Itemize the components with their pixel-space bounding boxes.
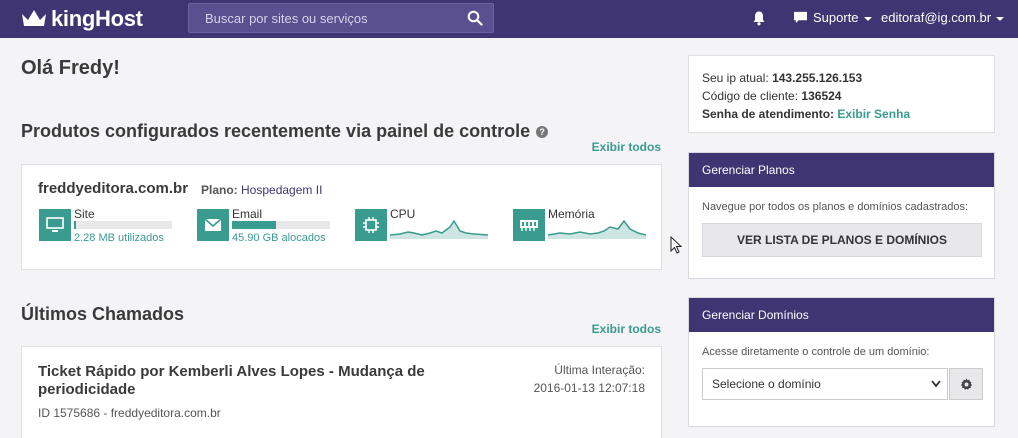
metric-label: Site (74, 207, 95, 221)
manage-plans-panel: Gerenciar Planos Navegue por todos os pl… (688, 152, 995, 279)
gear-icon (960, 378, 972, 390)
domain-select[interactable]: Selecione o domínio (702, 368, 948, 400)
plan-label: Plano: (201, 183, 238, 197)
chat-icon (794, 11, 807, 24)
domain-select-value: Selecione o domínio (712, 377, 821, 391)
account-info-card: Seu ip atual: 143.255.126.153 Código de … (688, 55, 995, 133)
manage-plans-description: Navegue por todos os planos e domínios c… (702, 201, 968, 213)
crown-icon (22, 10, 46, 26)
help-icon[interactable]: ? (536, 125, 549, 138)
last-interaction-date: 2016-01-13 12:07:18 (533, 381, 645, 395)
usage-bar (232, 221, 330, 229)
chevron-down-icon (863, 16, 872, 21)
chip-icon (355, 209, 387, 241)
chevron-down-icon (931, 380, 941, 388)
support-label: Suporte (813, 10, 859, 25)
client-label: Código de cliente: (702, 89, 799, 103)
usage-bar (74, 221, 172, 229)
monitor-icon (39, 209, 71, 241)
metric-usage: 2.28 MB utilizados (74, 232, 164, 244)
password-label: Senha de atendimento: (702, 107, 835, 121)
show-password-link[interactable]: Exibir Senha (837, 107, 910, 121)
cpu-sparkline (390, 219, 488, 239)
products-title-text: Produtos configurados recentemente via p… (21, 121, 531, 141)
top-navbar: kingHost Suporte editoraf@ig.com.br (0, 0, 1018, 38)
mouse-cursor-icon (670, 236, 682, 254)
product-domain[interactable]: freddyeditora.com.br (38, 180, 188, 197)
envelope-icon (197, 209, 229, 241)
chevron-down-icon (996, 16, 1005, 21)
ticket-card[interactable]: Ticket Rápido por Kemberli Alves Lopes -… (21, 346, 662, 438)
logo-text: kingHost (51, 6, 143, 31)
ip-line: Seu ip atual: 143.255.126.153 (702, 69, 994, 87)
client-line: Código de cliente: 136524 (702, 87, 994, 105)
search-box (188, 3, 494, 33)
ip-value: 143.255.126.153 (772, 71, 863, 85)
tickets-view-all-link[interactable]: Exibir todos (592, 322, 661, 336)
last-interaction-label: Última Interação: (554, 363, 645, 377)
metric-usage: 45.90 GB alocados (232, 232, 326, 244)
plan-value[interactable]: Hospedagem II (241, 183, 322, 197)
client-value: 136524 (801, 89, 842, 103)
product-card: freddyeditora.com.br Plano: Hospedagem I… (21, 164, 662, 270)
products-view-all-link[interactable]: Exibir todos (592, 140, 661, 154)
tickets-title: Últimos Chamados (21, 304, 185, 324)
metric-label: Email (232, 207, 263, 221)
greeting: Olá Fredy! (21, 57, 120, 79)
support-menu[interactable]: Suporte (793, 10, 872, 25)
products-title: Produtos configurados recentemente via p… (21, 121, 549, 142)
usage-bar-fill (74, 221, 76, 229)
user-menu[interactable]: editoraf@ig.com.br (881, 10, 1005, 25)
domain-settings-button[interactable] (949, 368, 983, 400)
password-line: Senha de atendimento: Exibir Senha (702, 105, 994, 123)
usage-bar-fill (232, 221, 277, 229)
product-plan: Plano: Hospedagem II (201, 183, 322, 197)
manage-plans-title: Gerenciar Planos (689, 153, 994, 187)
logo[interactable]: kingHost (20, 6, 143, 32)
view-plans-button[interactable]: VER LISTA DE PLANOS E DOMÍNIOS (702, 223, 982, 257)
bell-icon[interactable] (751, 10, 767, 26)
search-input[interactable] (189, 4, 459, 32)
manage-domains-description: Acesse diretamente o controle de um domí… (702, 346, 930, 358)
memory-icon (513, 209, 545, 241)
user-email: editoraf@ig.com.br (881, 10, 992, 25)
ticket-title[interactable]: Ticket Rápido por Kemberli Alves Lopes -… (38, 363, 428, 399)
manage-domains-title: Gerenciar Domínios (689, 298, 994, 332)
ip-label: Seu ip atual: (702, 71, 769, 85)
manage-domains-panel: Gerenciar Domínios Acesse diretamente o … (688, 297, 995, 427)
memory-sparkline (548, 219, 646, 239)
ticket-meta: ID 1575686 - freddyeditora.com.br (38, 406, 221, 420)
search-icon[interactable] (467, 10, 483, 26)
